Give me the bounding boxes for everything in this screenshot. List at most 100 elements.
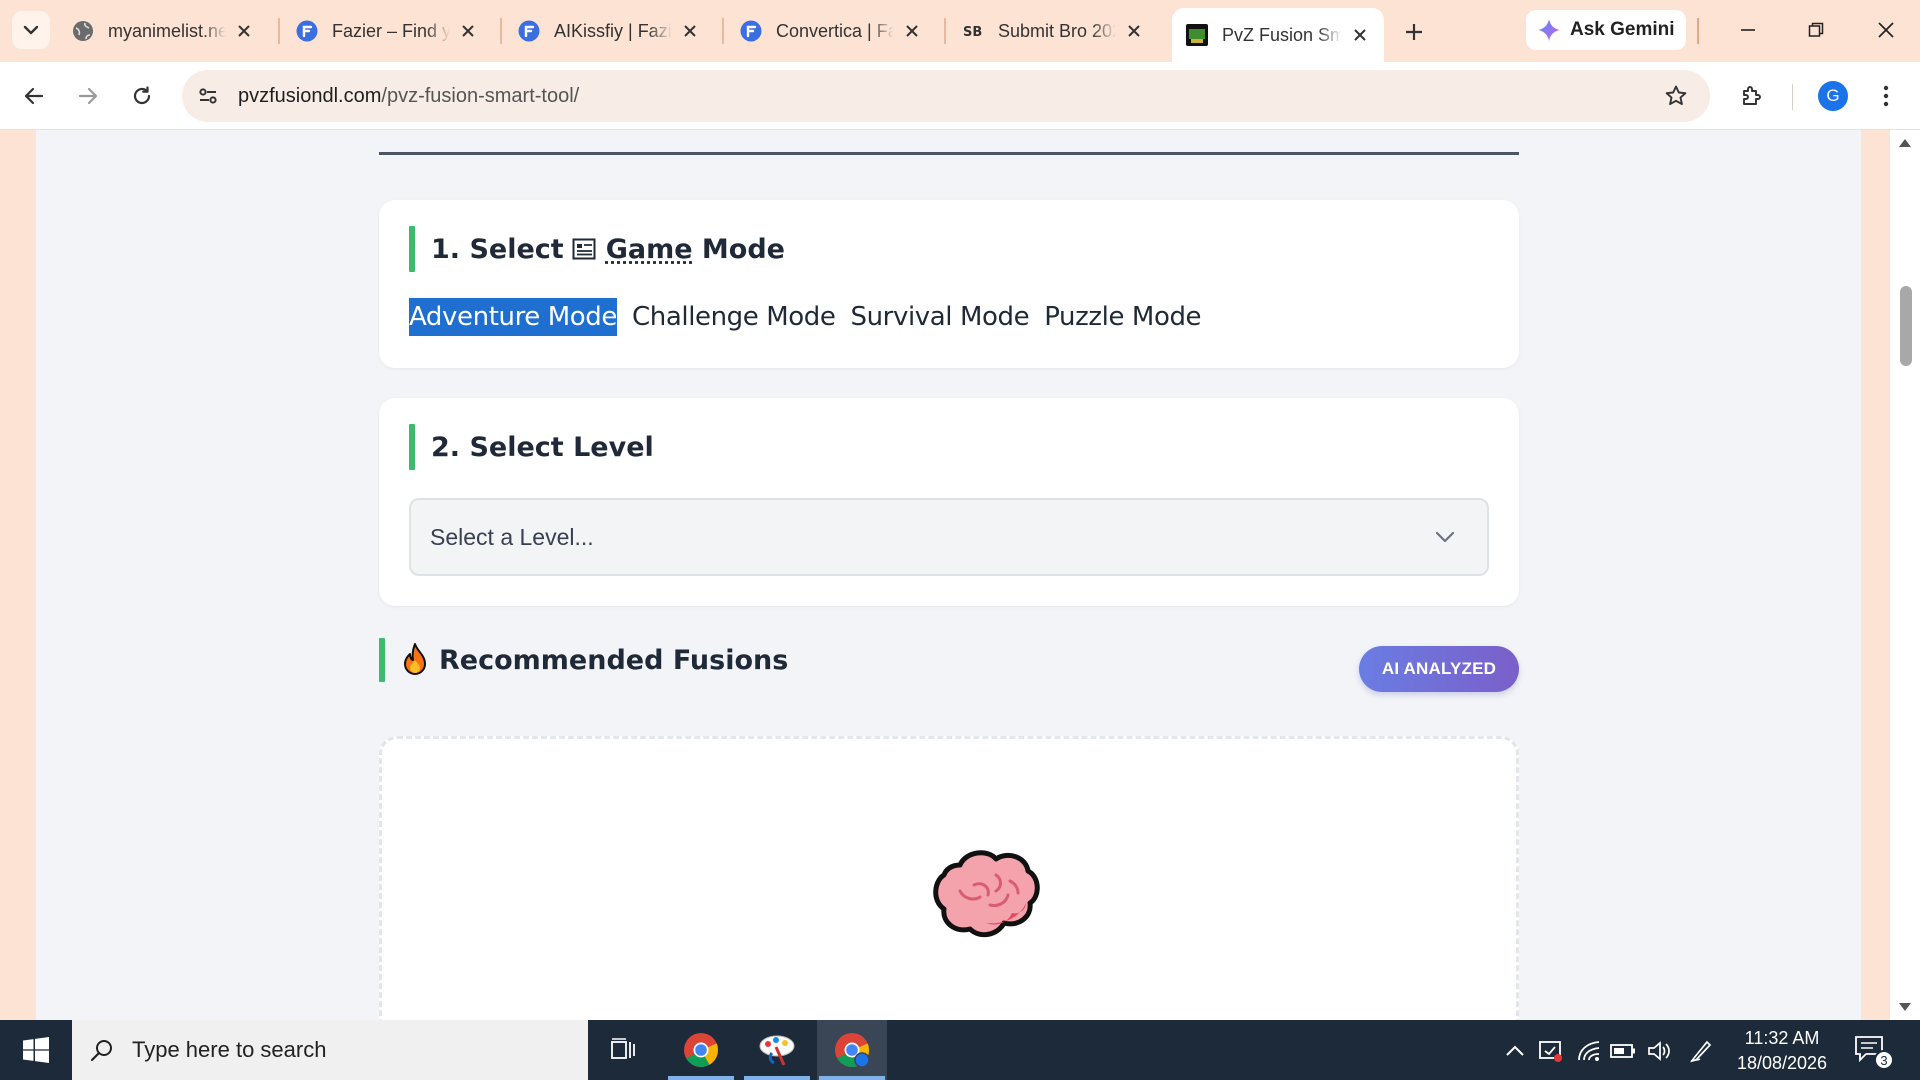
taskbar-search-placeholder: Type here to search (132, 1037, 327, 1062)
plus-icon (1406, 24, 1422, 40)
paint-brush-icon (759, 1035, 795, 1066)
task-view-button[interactable] (589, 1020, 659, 1080)
clock-date: 18/08/2026 (1736, 1053, 1828, 1073)
mode-survival[interactable]: Survival Mode (851, 300, 1030, 334)
close-icon (1878, 22, 1894, 38)
tab-search-button[interactable] (12, 11, 50, 49)
tray-overflow-chevron-icon[interactable] (1502, 1038, 1528, 1064)
windows-logo-icon (23, 1037, 49, 1063)
taskbar-search[interactable]: Type here to search (72, 1020, 588, 1080)
scroll-up-icon[interactable] (1896, 136, 1914, 150)
windows-taskbar: Type here to search 11:32 AM 18/08/2026 … (0, 1020, 1920, 1080)
browser-menu-button[interactable] (1866, 76, 1906, 116)
restore-button[interactable] (1796, 10, 1836, 50)
chrome-icon (684, 1033, 719, 1067)
battery-icon[interactable] (1610, 1038, 1636, 1064)
taskbar-paint-app[interactable] (742, 1020, 812, 1080)
submitbro-icon: SB (962, 20, 984, 42)
tab-pvz-fusion[interactable]: PvZ Fusion Smart Tool (1172, 8, 1384, 62)
mode-puzzle[interactable]: Puzzle Mode (1044, 300, 1201, 334)
url-text: pvzfusiondl.com/pvz-fusion-smart-tool/ (238, 85, 579, 108)
mode-adventure[interactable]: Adventure Mode (409, 298, 617, 336)
brain-icon (930, 845, 1042, 946)
network-icon[interactable] (1576, 1038, 1602, 1064)
page-viewport: 1. Select Game Mode Adventure Mode Chall… (0, 130, 1920, 1020)
section-prefix: 1. Select (431, 233, 564, 265)
close-icon[interactable] (678, 19, 702, 43)
back-button[interactable] (14, 76, 54, 116)
profile-avatar[interactable]: G (1818, 81, 1848, 111)
svg-text:SB: SB (963, 25, 982, 40)
close-icon[interactable] (1122, 19, 1146, 43)
mode-options: Adventure Mode Challenge Mode Survival M… (409, 298, 1216, 336)
accent-bar (409, 226, 415, 272)
tab-myanimelist[interactable]: myanimelist.net (58, 8, 268, 54)
game-mode-card: 1. Select Game Mode Adventure Mode Chall… (379, 200, 1519, 368)
level-select[interactable]: Select a Level... (409, 498, 1489, 576)
clock-time: 11:32 AM (1744, 1028, 1820, 1048)
tab-title: PvZ Fusion Smart Tool (1222, 24, 1342, 45)
bookmark-star-icon[interactable] (1656, 76, 1696, 116)
minimize-icon (1741, 29, 1755, 31)
tab-separator (1697, 18, 1699, 44)
tab-aikissfiy[interactable]: AIKissfiy | Fazier (504, 8, 714, 54)
ask-gemini-button[interactable]: Ask Gemini (1526, 10, 1686, 50)
mode-challenge[interactable]: Challenge Mode (632, 300, 836, 334)
start-button[interactable] (0, 1020, 72, 1080)
pen-icon[interactable] (1688, 1038, 1714, 1064)
tab-title: Fazier – Find your next favorite (332, 20, 450, 41)
notification-count-badge: 3 (1874, 1050, 1894, 1070)
chevron-down-icon (23, 25, 39, 35)
task-view-icon (611, 1038, 635, 1059)
taskbar-chrome[interactable] (666, 1020, 736, 1080)
site-info-icon[interactable] (188, 76, 228, 116)
taskbar-chrome-profile[interactable] (817, 1020, 887, 1080)
section-title: 2. Select Level (431, 431, 654, 463)
level-select-value: Select a Level... (430, 523, 594, 550)
tab-fazier[interactable]: Fazier – Find your next favorite (282, 8, 492, 54)
tab-separator (722, 18, 724, 44)
address-bar[interactable]: pvzfusiondl.com/pvz-fusion-smart-tool/ (182, 70, 1710, 122)
extensions-button[interactable] (1732, 76, 1772, 116)
tab-title: AIKissfiy | Fazier (554, 20, 672, 41)
close-icon[interactable] (232, 19, 256, 43)
scrollbar-thumb[interactable] (1900, 286, 1912, 366)
reload-button[interactable] (122, 76, 162, 116)
card-list-icon (572, 238, 596, 260)
top-divider (379, 152, 1519, 155)
section-title-rest: Mode (701, 233, 785, 265)
ask-gemini-label: Ask Gemini (1570, 19, 1675, 40)
tab-convertica[interactable]: Convertica | Fazier (726, 8, 936, 54)
tab-separator (944, 18, 946, 44)
chrome-icon (835, 1033, 870, 1068)
close-window-button[interactable] (1866, 10, 1906, 50)
new-tab-button[interactable] (1396, 14, 1432, 50)
scroll-down-icon[interactable] (1896, 1000, 1914, 1014)
meet-now-icon[interactable] (1538, 1038, 1564, 1064)
gemini-sparkle-icon (1538, 19, 1560, 41)
close-icon[interactable] (456, 19, 480, 43)
system-clock[interactable]: 11:32 AM 18/08/2026 (1722, 1026, 1842, 1076)
notifications-button[interactable]: 3 (1854, 1034, 1894, 1070)
minimize-button[interactable] (1728, 10, 1768, 50)
accent-bar (409, 424, 415, 470)
volume-icon[interactable] (1646, 1038, 1672, 1064)
section-title: 1. Select Game Mode (431, 234, 785, 265)
forward-button[interactable] (68, 76, 108, 116)
page-content: 1. Select Game Mode Adventure Mode Chall… (36, 130, 1861, 1020)
close-icon[interactable] (900, 19, 924, 43)
fazier-icon (296, 20, 318, 42)
tab-title: myanimelist.net (108, 20, 226, 41)
pvz-icon (1186, 24, 1208, 46)
tab-strip: myanimelist.net Fazier – Find your next … (0, 0, 1920, 62)
close-icon[interactable] (1348, 23, 1372, 47)
tab-separator (278, 18, 280, 44)
scrollbar[interactable] (1890, 130, 1920, 1020)
browser-toolbar: pvzfusiondl.com/pvz-fusion-smart-tool/ G (0, 62, 1920, 130)
arrow-right-icon (78, 87, 98, 105)
accent-bar (379, 638, 385, 682)
tab-submitbro[interactable]: SB Submit Bro 2025 (948, 8, 1158, 54)
globe-icon (72, 20, 94, 42)
ai-analyzed-badge: AI ANALYZED (1359, 646, 1519, 692)
tab-title: Submit Bro 2025 (998, 20, 1116, 41)
